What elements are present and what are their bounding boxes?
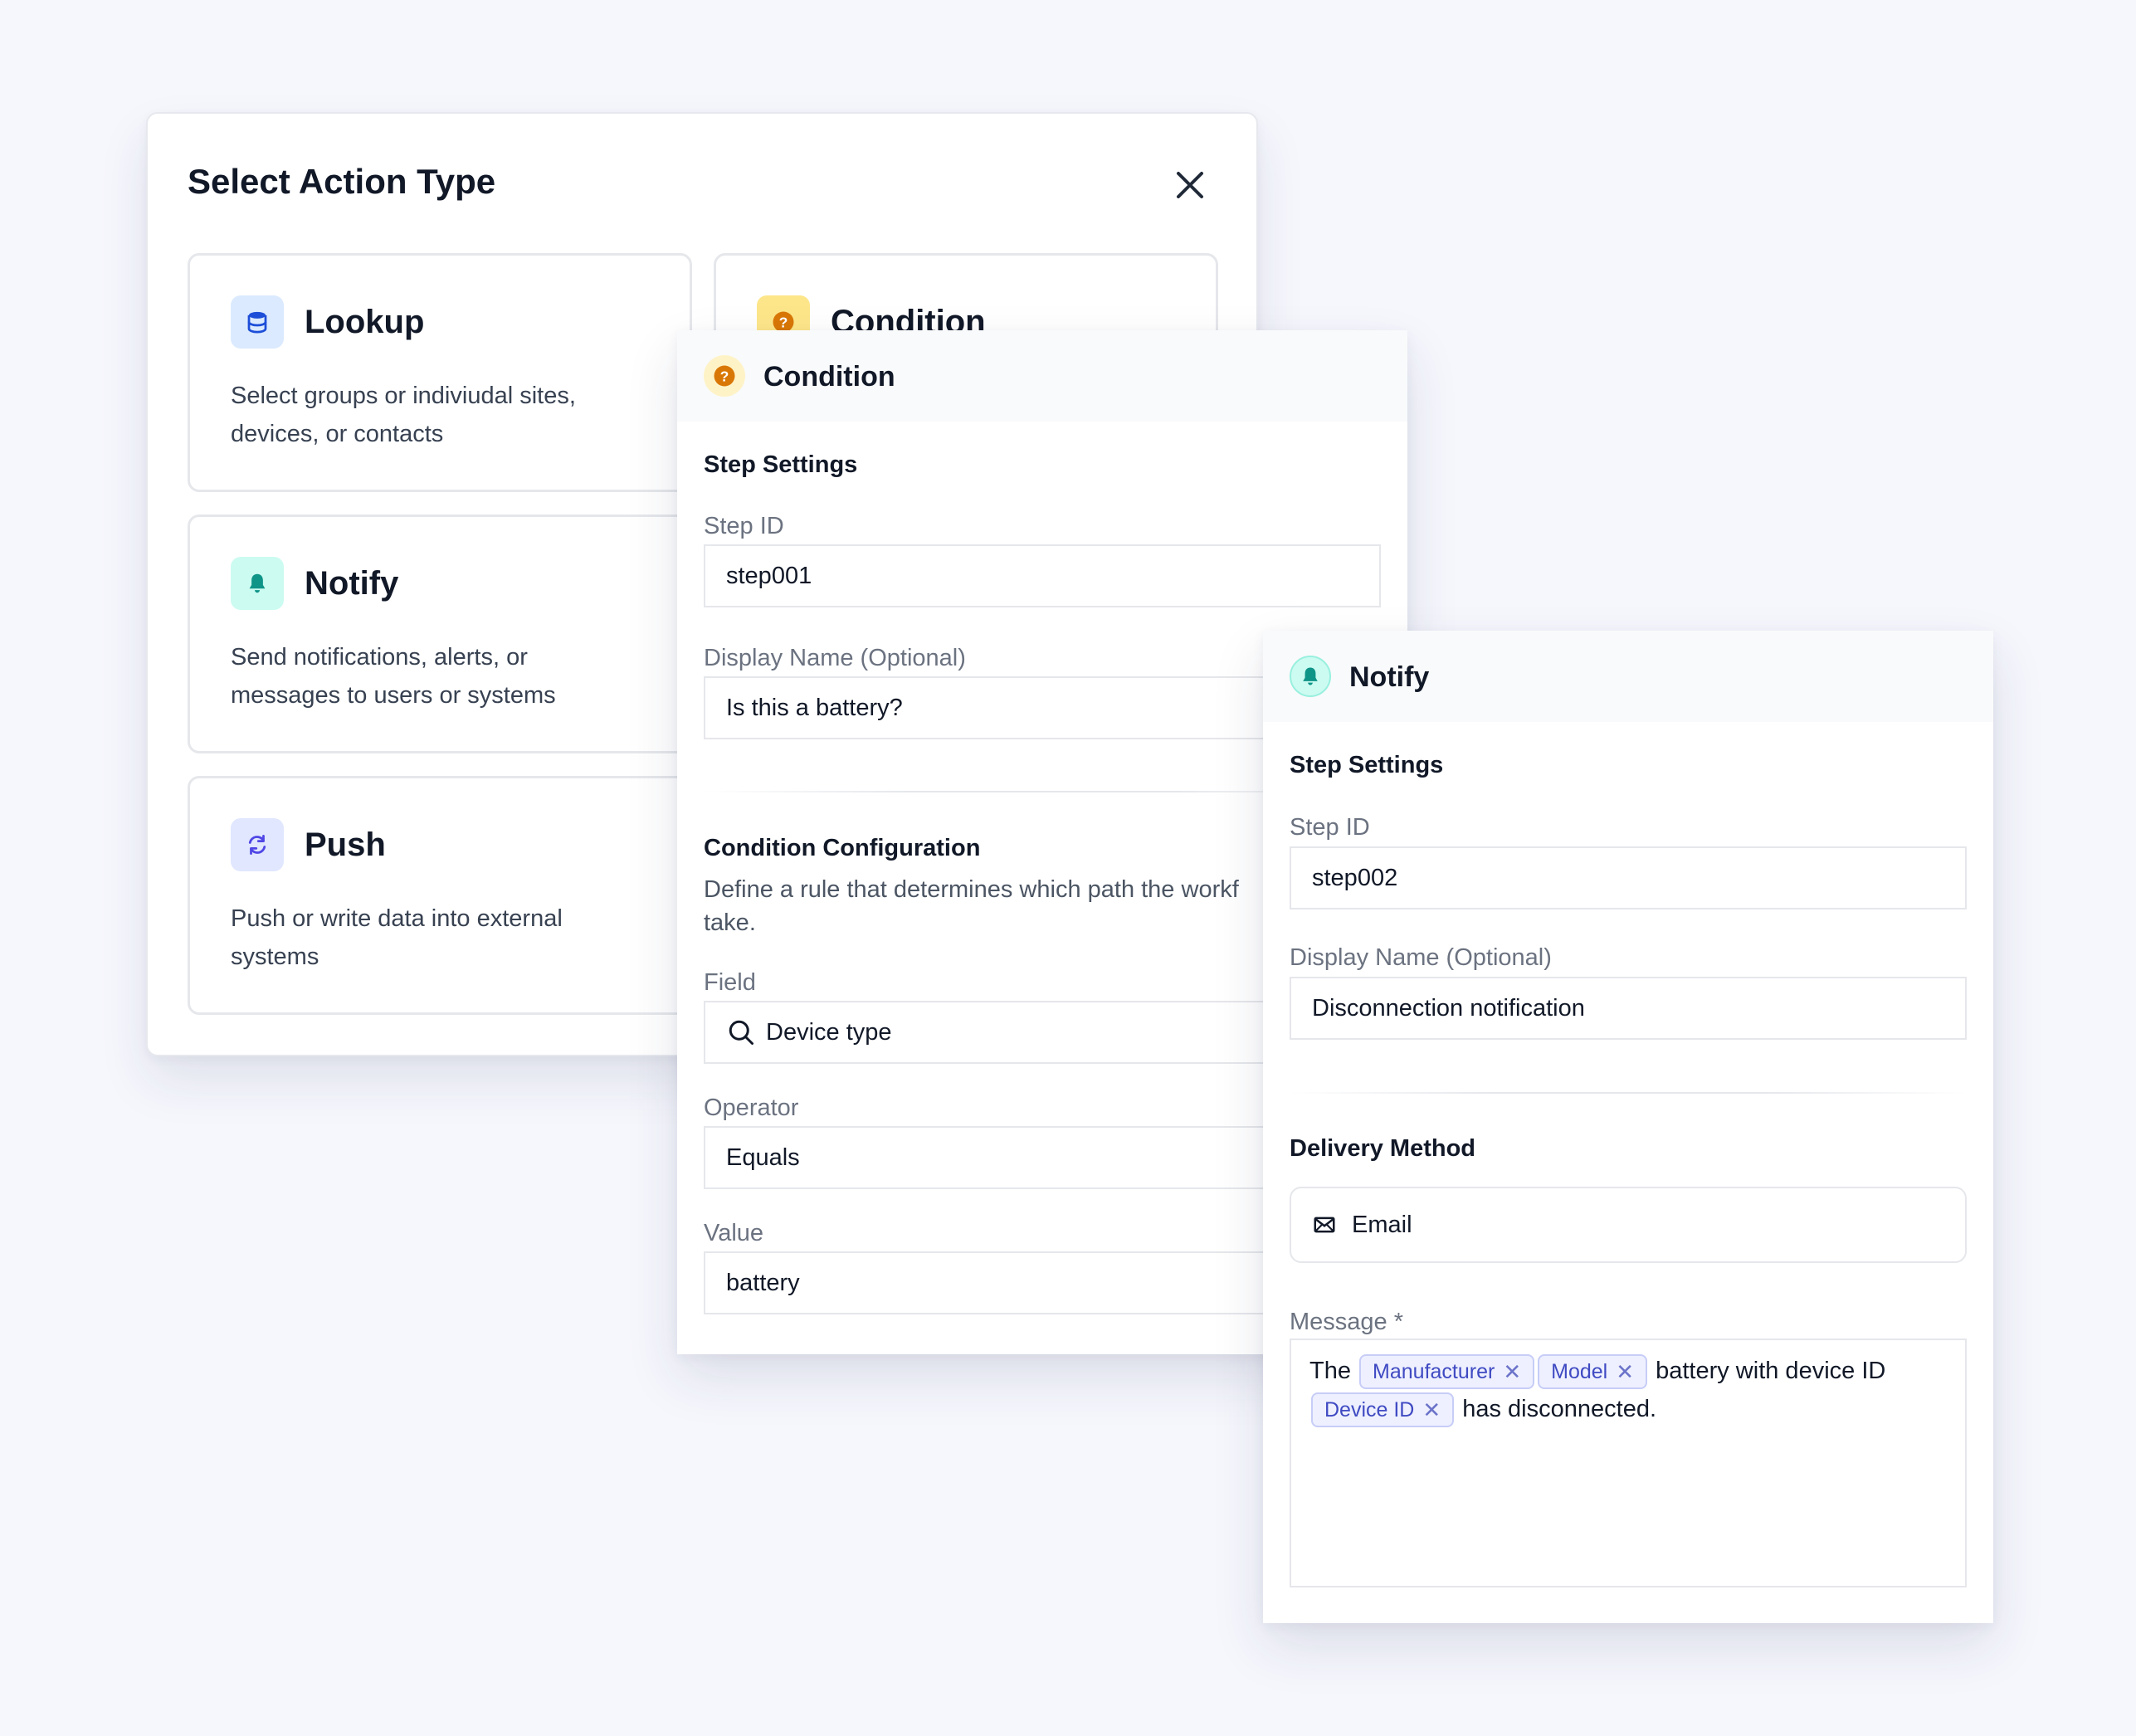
display-name-input[interactable]: Disconnection notification bbox=[1290, 977, 1967, 1040]
step-settings-heading: Step Settings bbox=[1290, 752, 1444, 778]
delivery-method-label: Email bbox=[1352, 1211, 1412, 1238]
message-editor[interactable]: The Manufacturer ✕ Model ✕ battery with … bbox=[1290, 1339, 1967, 1587]
action-card-lookup[interactable]: Lookup Select groups or indiviudal sites… bbox=[188, 253, 692, 492]
svg-text:?: ? bbox=[779, 314, 788, 330]
push-icon-tile bbox=[231, 818, 284, 871]
close-icon bbox=[1177, 172, 1203, 198]
panel-title: Notify bbox=[1349, 661, 1430, 693]
field-label: Field bbox=[704, 969, 756, 996]
condition-header-icon-wrap: ? bbox=[704, 355, 745, 397]
step-id-label: Step ID bbox=[1290, 814, 1370, 841]
notify-icon-tile bbox=[231, 557, 284, 610]
action-card-title: Push bbox=[305, 827, 386, 863]
message-label: Message * bbox=[1290, 1309, 1404, 1335]
step-id-input[interactable]: step001 bbox=[704, 544, 1381, 607]
sync-icon bbox=[248, 835, 266, 855]
action-card-title: Lookup bbox=[305, 304, 425, 340]
section-divider bbox=[1290, 1092, 1967, 1094]
chip-label: Device ID bbox=[1324, 1398, 1415, 1422]
panel-title: Condition bbox=[763, 361, 895, 393]
lookup-icon-tile bbox=[231, 295, 284, 349]
display-name-label: Display Name (Optional) bbox=[1290, 944, 1552, 971]
condition-configuration-heading: Condition Configuration bbox=[704, 835, 981, 861]
close-button[interactable] bbox=[1168, 163, 1212, 207]
step-settings-heading: Step Settings bbox=[704, 451, 858, 478]
chip-label: Model bbox=[1551, 1360, 1608, 1384]
message-text: battery with device ID bbox=[1656, 1358, 1886, 1384]
field-search-value: Device type bbox=[766, 1018, 892, 1046]
search-icon bbox=[729, 1020, 753, 1045]
delivery-method-option-email[interactable]: Email bbox=[1290, 1187, 1967, 1263]
message-text: has disconnected. bbox=[1462, 1396, 1657, 1422]
modal-title: Select Action Type bbox=[188, 162, 496, 201]
display-name-label: Display Name (Optional) bbox=[704, 645, 966, 671]
remove-chip-icon[interactable]: ✕ bbox=[1616, 1353, 1634, 1391]
bell-icon bbox=[249, 573, 266, 593]
bell-icon bbox=[1303, 667, 1318, 685]
operator-label: Operator bbox=[704, 1095, 799, 1121]
svg-text:?: ? bbox=[720, 368, 729, 384]
action-card-notify[interactable]: Notify Send notifications, alerts, or me… bbox=[188, 514, 692, 753]
message-text: The bbox=[1309, 1358, 1351, 1384]
condition-configuration-helper-line2: take. bbox=[704, 909, 756, 936]
mail-icon bbox=[1314, 1217, 1335, 1233]
notify-header-icon-wrap bbox=[1290, 656, 1331, 697]
step-id-input[interactable]: step002 bbox=[1290, 846, 1967, 909]
action-card-description: Push or write data into external systems bbox=[231, 905, 563, 970]
delivery-method-heading: Delivery Method bbox=[1290, 1135, 1475, 1162]
variable-chip-model[interactable]: Model ✕ bbox=[1538, 1353, 1648, 1391]
action-card-push[interactable]: Push Push or write data into external sy… bbox=[188, 776, 692, 1015]
action-card-title: Notify bbox=[305, 565, 399, 602]
variable-chip-device-id[interactable]: Device ID ✕ bbox=[1311, 1391, 1455, 1429]
action-card-description: Select groups or indiviudal sites, devic… bbox=[231, 383, 576, 447]
chip-label: Manufacturer bbox=[1373, 1360, 1495, 1384]
condition-configuration-helper-line1: Define a rule that determines which path… bbox=[704, 876, 1239, 903]
remove-chip-icon[interactable]: ✕ bbox=[1422, 1391, 1441, 1429]
value-label: Value bbox=[704, 1220, 764, 1246]
panel-header: Notify bbox=[1263, 631, 1993, 722]
variable-chip-manufacturer[interactable]: Manufacturer ✕ bbox=[1359, 1353, 1535, 1391]
database-icon bbox=[247, 311, 267, 334]
step-id-label: Step ID bbox=[704, 513, 784, 539]
question-icon: ? bbox=[714, 365, 735, 387]
remove-chip-icon[interactable]: ✕ bbox=[1503, 1353, 1521, 1391]
panel-header: ? Condition bbox=[677, 330, 1407, 422]
notify-settings-panel: Notify Step Settings Step ID step002 Dis… bbox=[1263, 631, 1993, 1623]
action-card-description: Send notifications, alerts, or messages … bbox=[231, 644, 556, 709]
